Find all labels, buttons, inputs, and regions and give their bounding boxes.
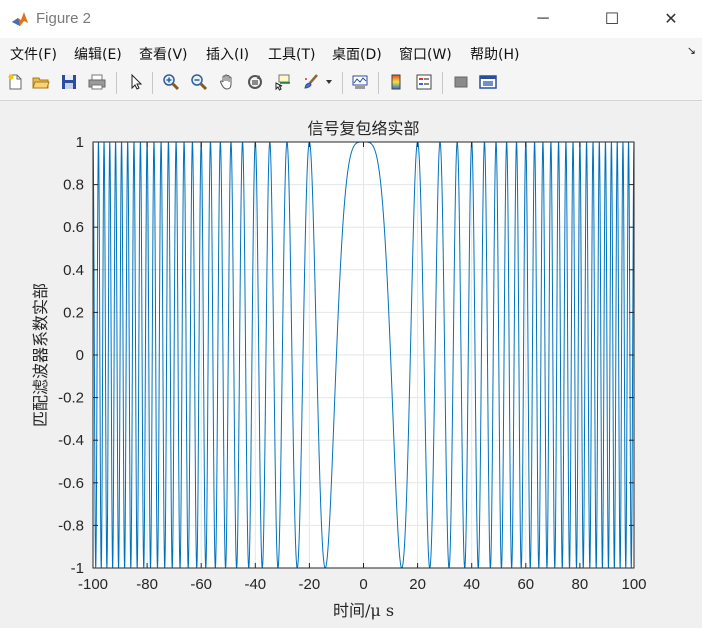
hide-plot-tools-button[interactable] bbox=[450, 71, 472, 93]
toolbar-separator bbox=[116, 72, 117, 94]
link-plot-button[interactable] bbox=[349, 71, 371, 93]
hide-plot-tools-icon bbox=[454, 76, 468, 88]
menu-file[interactable]: 文件(F) bbox=[10, 44, 57, 64]
x-tick-label: -60 bbox=[190, 576, 212, 593]
x-tick-label: 40 bbox=[463, 576, 480, 593]
save-icon bbox=[62, 75, 76, 89]
y-tick-label: -0.8 bbox=[58, 517, 84, 534]
open-file-icon bbox=[32, 77, 50, 89]
legend-button[interactable] bbox=[413, 71, 435, 93]
chart-title: 信号复包络实部 bbox=[307, 119, 419, 138]
y-tick-label: 0.8 bbox=[63, 177, 84, 194]
chart[interactable]: -100 -80 -60 -40 -20 0 20 40 60 80 100 1 0.8 0.6 0.4 0.… bbox=[0, 101, 702, 628]
x-tick-label: -100 bbox=[78, 576, 108, 593]
data-cursor-button[interactable] bbox=[272, 71, 294, 93]
menu-desktop[interactable]: 桌面(D) bbox=[332, 44, 382, 64]
open-file-button[interactable] bbox=[30, 71, 52, 93]
brush-dropdown-button[interactable] bbox=[322, 71, 336, 93]
y-tick-label: -1 bbox=[71, 560, 84, 577]
x-tick-label: 0 bbox=[359, 576, 367, 593]
figure-canvas[interactable]: -100 -80 -60 -40 -20 0 20 40 60 80 100 1 0.8 0.6 0.4 0.… bbox=[0, 101, 702, 628]
maximize-button[interactable]: ☐ bbox=[589, 0, 635, 38]
select-button[interactable] bbox=[125, 71, 147, 93]
print-button[interactable] bbox=[86, 71, 108, 93]
zoom-out-icon bbox=[191, 74, 208, 91]
save-button[interactable] bbox=[58, 71, 80, 93]
menu-insert[interactable]: 插入(I) bbox=[206, 44, 249, 64]
show-plot-tools-icon bbox=[479, 75, 497, 89]
brush-icon bbox=[304, 74, 318, 89]
toolbar bbox=[0, 66, 702, 101]
matlab-logo-icon bbox=[10, 9, 30, 29]
window-title: Figure 2 bbox=[36, 10, 92, 27]
y-tick-label: 0.2 bbox=[63, 304, 84, 321]
menu-view[interactable]: 查看(V) bbox=[139, 44, 188, 64]
close-button[interactable]: ✕ bbox=[648, 0, 694, 38]
legend-icon bbox=[416, 74, 432, 90]
pan-hand-icon bbox=[219, 74, 232, 90]
toolbar-separator bbox=[342, 72, 343, 94]
y-axis-label: 匹配滤波器系数实部 bbox=[31, 283, 50, 427]
rotate-3d-button[interactable] bbox=[244, 71, 266, 93]
x-axis-label: 时间/μ s bbox=[333, 601, 394, 620]
zoom-out-button[interactable] bbox=[188, 71, 210, 93]
menu-tools[interactable]: 工具(T) bbox=[268, 44, 315, 64]
y-tick-label: -0.6 bbox=[58, 475, 84, 492]
x-tick-label: 60 bbox=[517, 576, 534, 593]
colorbar-icon bbox=[391, 74, 401, 90]
x-tick-label: 100 bbox=[621, 576, 646, 593]
chevron-down-icon bbox=[326, 80, 332, 84]
select-arrow-icon bbox=[131, 73, 143, 90]
x-tick-label: 80 bbox=[572, 576, 589, 593]
menu-edit[interactable]: 编辑(E) bbox=[74, 44, 122, 64]
x-tick-label: -40 bbox=[244, 576, 266, 593]
print-icon bbox=[88, 74, 106, 90]
link-plot-icon bbox=[352, 75, 368, 89]
colorbar-button[interactable] bbox=[385, 71, 407, 93]
brush-button[interactable] bbox=[300, 71, 322, 93]
title-bar: Figure 2 ─ ☐ ✕ bbox=[0, 0, 702, 38]
show-plot-tools-button[interactable] bbox=[477, 71, 499, 93]
toolbar-separator bbox=[442, 72, 443, 94]
minimize-icon: ─ bbox=[537, 10, 549, 27]
y-tick-label: 0.6 bbox=[63, 219, 84, 236]
new-figure-icon bbox=[8, 74, 22, 90]
new-figure-button[interactable] bbox=[4, 71, 26, 93]
menu-overflow-icon[interactable]: ↘ bbox=[687, 44, 696, 57]
menu-bar: 文件(F) 编辑(E) 查看(V) 插入(I) 工具(T) 桌面(D) 窗口(W… bbox=[0, 38, 702, 66]
close-icon: ✕ bbox=[664, 11, 678, 28]
x-tick-label: -80 bbox=[136, 576, 158, 593]
y-tick-label: 0 bbox=[76, 347, 84, 364]
rotate-3d-icon bbox=[248, 75, 262, 89]
y-tick-label: -0.4 bbox=[58, 432, 84, 449]
y-tick-label: 0.4 bbox=[63, 262, 84, 279]
toolbar-separator bbox=[152, 72, 153, 94]
x-tick-label: 20 bbox=[409, 576, 426, 593]
zoom-in-icon bbox=[163, 74, 180, 91]
zoom-in-button[interactable] bbox=[160, 71, 182, 93]
x-tick-label: -20 bbox=[299, 576, 321, 593]
data-cursor-icon bbox=[275, 74, 290, 91]
y-tick-label: 1 bbox=[76, 134, 84, 151]
maximize-icon: ☐ bbox=[604, 11, 620, 28]
menu-window[interactable]: 窗口(W) bbox=[399, 44, 452, 64]
toolbar-separator bbox=[378, 72, 379, 94]
y-tick-label: -0.2 bbox=[58, 390, 84, 407]
menu-help[interactable]: 帮助(H) bbox=[470, 44, 519, 64]
minimize-button[interactable]: ─ bbox=[520, 0, 566, 38]
pan-button[interactable] bbox=[216, 71, 238, 93]
